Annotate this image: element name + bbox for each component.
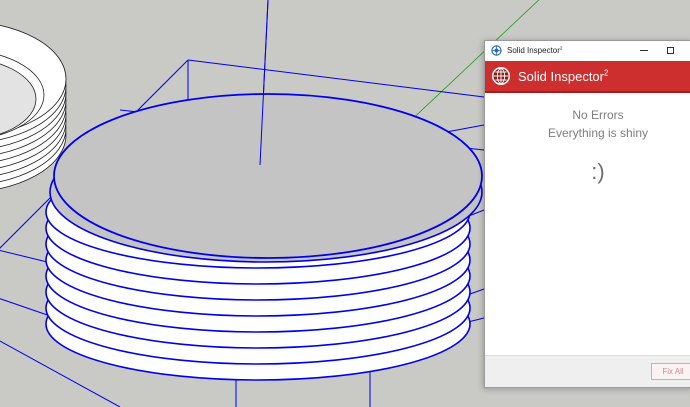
solid-inspector-window: Solid Inspector2 Solid Inspector2 No Err… [484,40,690,388]
minimize-button[interactable] [632,41,656,60]
inspector-globe-logo-icon [491,66,511,86]
results-panel: No Errors Everything is shiny :) [485,93,690,356]
no-errors-text: No Errors [572,108,624,122]
smiley-emoticon: :) [591,159,605,184]
fix-all-button[interactable]: Fix All [651,363,690,380]
footer-bar: Fix All [485,355,690,387]
brand-title: Solid Inspector2 [518,68,609,84]
solid-inspector-app-icon [491,45,502,56]
minimize-icon [640,50,648,51]
selected-lid-top-face [53,93,483,259]
window-title: Solid Inspector2 [507,46,563,55]
maximize-button[interactable] [658,41,682,60]
maximize-icon [666,47,674,54]
brand-header: Solid Inspector2 [485,61,690,93]
title-bar[interactable]: Solid Inspector2 [485,41,690,60]
shiny-text: Everything is shiny [547,126,649,140]
